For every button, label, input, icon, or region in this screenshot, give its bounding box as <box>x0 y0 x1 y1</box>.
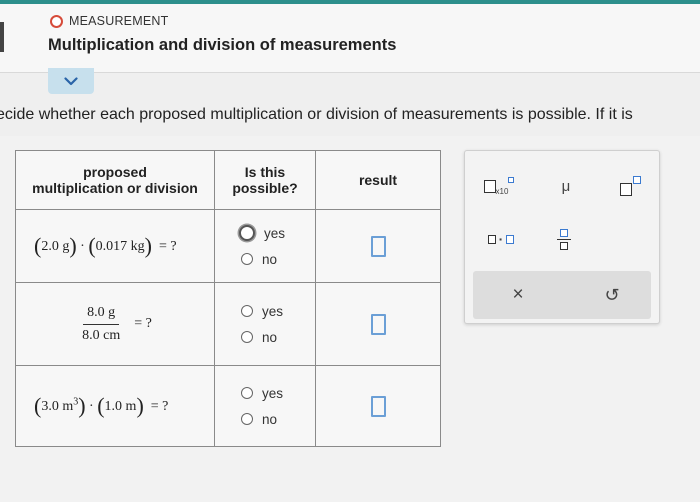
options-3: yes no <box>214 365 316 447</box>
question-table: proposed multiplication or division Is t… <box>15 150 441 447</box>
fraction-numerator: 8.0 g <box>83 305 120 325</box>
result-cell-1 <box>315 209 441 283</box>
collapse-header-button[interactable] <box>48 68 94 94</box>
box-icon <box>506 234 515 244</box>
times-ten-button[interactable]: x10 <box>477 173 521 199</box>
options-2: yes no <box>214 282 316 366</box>
topic-row: MEASUREMENT <box>50 14 168 28</box>
header-possible: Is this possible? <box>214 150 316 210</box>
expression-3: (3.0 m3) · (1.0 m) = ? <box>15 365 215 447</box>
expression-1: (2.0 g) · (0.017 kg) = ? <box>15 209 215 283</box>
times-ten-label: x10 <box>495 186 509 196</box>
fraction-button[interactable] <box>549 223 579 255</box>
header-possible-line2: possible? <box>232 180 298 196</box>
result-cell-2 <box>315 282 441 366</box>
radio-button[interactable] <box>241 331 253 343</box>
fraction-denominator: 8.0 cm <box>82 327 121 343</box>
option-label: yes <box>264 225 286 241</box>
option-yes-1[interactable]: yes <box>239 220 315 246</box>
option-label: yes <box>262 385 284 401</box>
option-no-1[interactable]: no <box>241 246 315 272</box>
box-icon <box>487 234 496 244</box>
header-possible-line1: Is this <box>244 164 286 180</box>
option-label: yes <box>262 303 284 319</box>
topic-label: MEASUREMENT <box>69 14 169 28</box>
option-no-2[interactable]: no <box>241 324 315 350</box>
mu-label: μ <box>561 177 571 195</box>
answer-input-3[interactable] <box>370 395 386 417</box>
fraction-bar-icon <box>557 238 571 240</box>
superscript-button[interactable] <box>615 171 645 199</box>
dot-label: · <box>498 231 504 247</box>
option-label: no <box>262 411 278 427</box>
exponent-box-icon <box>632 176 641 184</box>
instruction-text: ecide whether each proposed multiplicati… <box>0 106 633 123</box>
topic-status-icon <box>50 14 63 28</box>
header-proposed: proposed multiplication or division <box>15 150 215 210</box>
table-row: 8.0 g 8.0 cm = ? yes no <box>15 282 441 366</box>
header-result: result <box>315 150 441 210</box>
undo-icon: ↺ <box>604 284 620 305</box>
side-menu-handle[interactable] <box>0 22 4 52</box>
expression-2: 8.0 g 8.0 cm = ? <box>15 282 215 366</box>
radio-button[interactable] <box>241 253 253 265</box>
radio-button[interactable] <box>241 305 253 317</box>
page-header: MEASUREMENT Multiplication and division … <box>0 4 700 73</box>
option-label: no <box>262 251 278 267</box>
micro-symbol-button[interactable]: μ <box>551 173 581 199</box>
math-palette: x10 μ · × ↺ <box>464 150 660 324</box>
option-no-3[interactable]: no <box>241 406 315 432</box>
undo-button[interactable]: ↺ <box>597 281 627 309</box>
multiply-button[interactable]: · <box>479 227 523 251</box>
page-title: Multiplication and division of measureme… <box>48 36 397 54</box>
option-yes-2[interactable]: yes <box>241 298 315 324</box>
answer-input-1[interactable] <box>370 235 386 257</box>
palette-action-bar: × ↺ <box>473 271 651 319</box>
radio-button[interactable] <box>239 225 255 241</box>
box-icon <box>483 179 496 193</box>
options-1: yes no <box>214 209 316 283</box>
table-row: (3.0 m3) · (1.0 m) = ? yes no <box>15 365 441 447</box>
option-yes-3[interactable]: yes <box>241 380 315 406</box>
radio-button[interactable] <box>241 413 253 425</box>
answer-input-2[interactable] <box>370 313 386 335</box>
clear-button[interactable]: × <box>503 281 533 309</box>
clear-icon: × <box>512 284 524 305</box>
radio-button[interactable] <box>241 387 253 399</box>
table-row: (2.0 g) · (0.017 kg) = ? yes no <box>15 209 441 283</box>
header-proposed-line2: multiplication or division <box>32 180 198 196</box>
table-header-row: proposed multiplication or division Is t… <box>15 150 441 210</box>
header-proposed-line1: proposed <box>83 164 147 180</box>
chevron-down-icon <box>64 76 78 85</box>
exponent-box-icon <box>508 177 515 183</box>
numerator-box-icon <box>560 228 568 237</box>
base-box-icon <box>619 182 632 196</box>
option-label: no <box>262 329 278 345</box>
denominator-box-icon <box>560 241 568 250</box>
result-cell-3 <box>315 365 441 447</box>
